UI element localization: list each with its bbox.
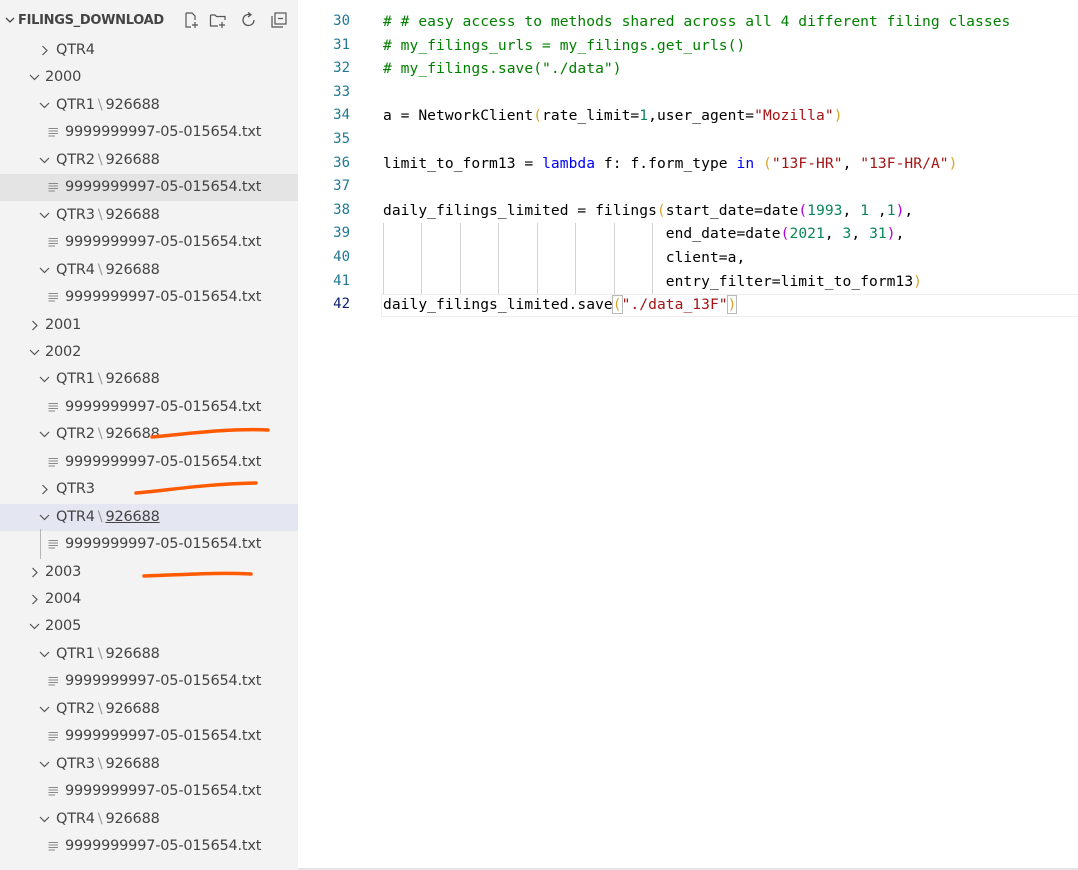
- code-token: ): [948, 154, 958, 172]
- code-token: # my_filings.save("./data"): [383, 60, 622, 78]
- code-token: # my_filings_urls = my_filings.get_urls(…: [383, 36, 746, 54]
- line-number: 41: [333, 272, 350, 289]
- annotation-strokes: [134, 427, 270, 578]
- line-number: 39: [333, 225, 350, 242]
- code-token: ,: [904, 201, 914, 219]
- code-token: client=a,: [383, 249, 746, 266]
- code-line[interactable]: entry_filter=limit_to_form13): [383, 270, 922, 294]
- code-token: rate_limit=: [542, 107, 640, 125]
- code-line[interactable]: a = NetworkClient(rate_limit=1,user_agen…: [383, 104, 843, 128]
- code-token: 1: [860, 201, 870, 219]
- line-number: 37: [333, 178, 350, 195]
- code-token: daily_filings_limited.save: [383, 296, 613, 314]
- code-line[interactable]: daily_filings_limited = filings(start_da…: [383, 199, 913, 223]
- code-token: ,: [895, 225, 905, 243]
- code-token: ): [833, 107, 843, 125]
- annotation-stroke-3: [142, 571, 253, 578]
- code-token: ,: [851, 225, 870, 243]
- code-token: ,: [869, 201, 887, 219]
- line-number: 36: [333, 154, 350, 171]
- code-line[interactable]: daily_filings_limited.save("./data_13F"): [383, 293, 738, 317]
- code-token: lambda: [542, 154, 596, 172]
- line-number: 31: [333, 36, 350, 53]
- code-token: # # easy access to methods shared across…: [383, 13, 1011, 30]
- code-token: 2021: [789, 225, 825, 243]
- code-token: "13F-HR/A": [860, 154, 949, 172]
- code-token: "Mozilla": [754, 107, 834, 125]
- code-token: in: [736, 154, 755, 172]
- code-token: daily_filings_limited = filings: [383, 201, 657, 219]
- code-token: ,user_agent=: [648, 107, 755, 125]
- line-number: 34: [333, 107, 350, 124]
- code-token: ,: [842, 154, 861, 172]
- code-token: start_date=date: [665, 201, 799, 219]
- code-token: f: f.form_type: [595, 154, 737, 172]
- line-number: 38: [333, 201, 350, 218]
- code-token: "./data_13F": [621, 296, 728, 314]
- code-line[interactable]: # my_filings_urls = my_filings.get_urls(…: [383, 34, 745, 58]
- code-token: ): [913, 272, 923, 290]
- line-number: 42: [333, 296, 350, 313]
- code-token: (: [533, 107, 543, 125]
- code-token: 1: [639, 107, 649, 125]
- code-token: end_date=date: [383, 225, 781, 243]
- code-token: ,: [824, 225, 843, 243]
- annotation-stroke-2: [134, 481, 258, 495]
- code-token: (: [611, 295, 623, 315]
- code-token: ): [886, 225, 896, 243]
- code-token: "13F-HR": [771, 154, 843, 172]
- line-number: 30: [333, 13, 350, 29]
- code-token: (: [798, 201, 808, 219]
- code-token: ,: [842, 201, 861, 219]
- code-editor[interactable]: 30 # # easy access to methods shared acro…: [298, 0, 1078, 868]
- code-token: entry_filter=limit_to_form13: [383, 272, 914, 290]
- code-line[interactable]: client=a,: [383, 246, 745, 270]
- code-line[interactable]: limit_to_form13 = lambda f: f.form_type …: [383, 152, 957, 176]
- code-token: (: [656, 201, 666, 219]
- code-line[interactable]: # my_filings.save("./data"): [383, 57, 622, 81]
- line-number: 35: [333, 131, 350, 147]
- line-number: 32: [333, 60, 350, 77]
- code-line[interactable]: # # easy access to methods shared across…: [383, 10, 1010, 34]
- code-token: limit_to_form13 =: [383, 154, 543, 172]
- code-token: 1993: [807, 201, 843, 219]
- code-line[interactable]: end_date=date(2021, 3, 31),: [383, 222, 905, 246]
- code-token: 1: [886, 201, 896, 219]
- code-token: 31: [869, 225, 887, 243]
- line-number: 40: [333, 249, 350, 265]
- annotation-stroke-1: [150, 427, 270, 439]
- code-token: ): [726, 295, 738, 315]
- explorer-sidebar: FILINGS_DOWNLOAD QTR4 2000 QTR1 \ 926688 9999…: [0, 0, 298, 870]
- code-token: (: [763, 154, 772, 172]
- code-token: a = NetworkClient: [383, 107, 534, 125]
- line-number: 33: [333, 83, 350, 100]
